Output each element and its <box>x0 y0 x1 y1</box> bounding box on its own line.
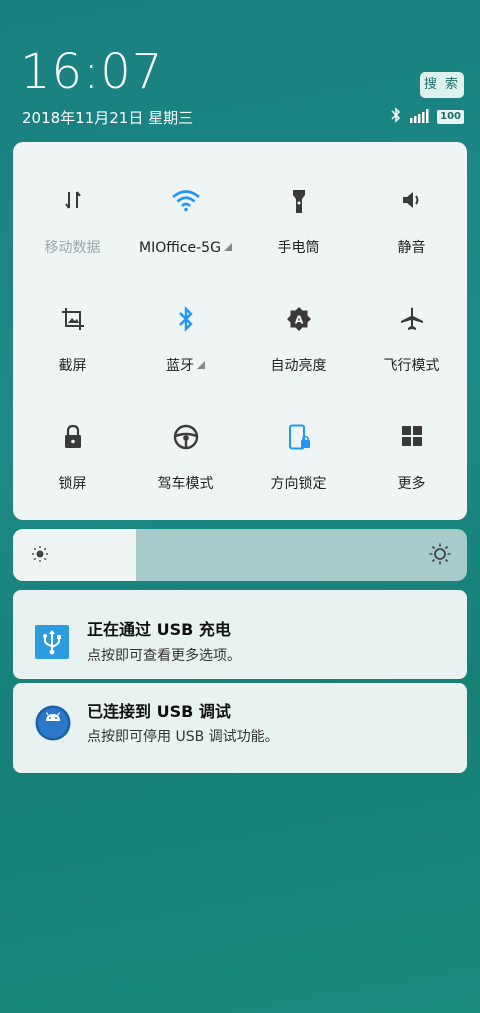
tile-mute[interactable]: 静音 <box>355 142 468 260</box>
speaker-icon <box>355 188 468 212</box>
notification-title: 已连接到 USB 调试 <box>87 702 231 721</box>
tile-label: 飞行模式 <box>383 358 440 374</box>
tile-flashlight[interactable]: 手电筒 <box>242 142 355 260</box>
tile-auto-brightness[interactable]: A 自动亮度 <box>242 260 355 378</box>
brightness-low-icon <box>31 545 49 567</box>
search-button[interactable]: 搜 索 <box>420 72 464 98</box>
bluetooth-status-icon <box>391 107 401 127</box>
android-debug-icon <box>35 705 71 745</box>
tile-driving-mode[interactable]: 驾车模式 <box>129 378 242 496</box>
mobile-data-icon <box>16 188 129 212</box>
notification-text: 点按即可停用 USB 调试功能。 <box>87 729 279 745</box>
tile-wifi[interactable]: MIOffice-5G <box>129 142 242 260</box>
tile-bluetooth[interactable]: 蓝牙 <box>129 260 242 378</box>
tile-rotation-lock[interactable]: 方向锁定 <box>242 378 355 496</box>
brightness-slider[interactable] <box>13 529 467 581</box>
steering-wheel-icon <box>129 424 242 450</box>
wifi-icon <box>129 188 242 212</box>
notification-usb-debugging[interactable]: 已连接到 USB 调试 点按即可停用 USB 调试功能。 <box>13 683 467 773</box>
svg-text:A: A <box>294 314 303 327</box>
rotation-lock-icon <box>242 424 355 450</box>
tile-label: 手电筒 <box>277 240 320 256</box>
tile-mobile-data[interactable]: 移动数据 <box>16 142 129 260</box>
tile-screenshot[interactable]: 截屏 <box>16 260 129 378</box>
grid-icon <box>355 424 468 448</box>
clock-time: 16:07 <box>20 44 164 100</box>
brightness-high-icon <box>429 543 451 569</box>
flashlight-icon <box>242 188 355 213</box>
lock-icon <box>16 424 129 448</box>
tile-label: 截屏 <box>58 358 87 374</box>
tile-label: MIOffice-5G <box>129 239 242 257</box>
tile-label: 驾车模式 <box>157 476 214 492</box>
expand-triangle-icon <box>223 243 232 251</box>
tile-label: 更多 <box>397 476 426 492</box>
quick-settings-panel: 移动数据 MIOffice-5G 手电筒 静音 截屏 蓝牙 A 自动亮度 飞行模… <box>13 142 467 520</box>
usb-icon <box>35 625 69 663</box>
tile-label: 锁屏 <box>58 476 87 492</box>
auto-brightness-icon: A <box>242 306 355 331</box>
notification-text: 点按即可查看更多选项。 <box>87 648 241 664</box>
tile-more[interactable]: 更多 <box>355 378 468 496</box>
tile-lock-screen[interactable]: 锁屏 <box>16 378 129 496</box>
tile-airplane[interactable]: 飞行模式 <box>355 260 468 378</box>
tile-label: 自动亮度 <box>270 358 327 374</box>
notification-usb-charging[interactable]: 正在通过 USB 充电 点按即可查看更多选项。 <box>13 590 467 679</box>
notification-title: 正在通过 USB 充电 <box>87 620 231 639</box>
screenshot-icon <box>16 306 129 330</box>
tile-label: 静音 <box>397 240 426 256</box>
expand-triangle-icon <box>197 361 205 369</box>
tile-label: 方向锁定 <box>270 476 327 492</box>
bluetooth-icon <box>129 306 242 332</box>
signal-icon <box>409 108 429 127</box>
date-text: 2018年11月21日 星期三 <box>22 109 194 127</box>
status-icons: 100 <box>391 107 464 127</box>
airplane-icon <box>355 306 468 330</box>
battery-icon: 100 <box>437 110 464 124</box>
tile-label: 移动数据 <box>44 240 101 256</box>
tile-label: 蓝牙 <box>129 357 242 375</box>
